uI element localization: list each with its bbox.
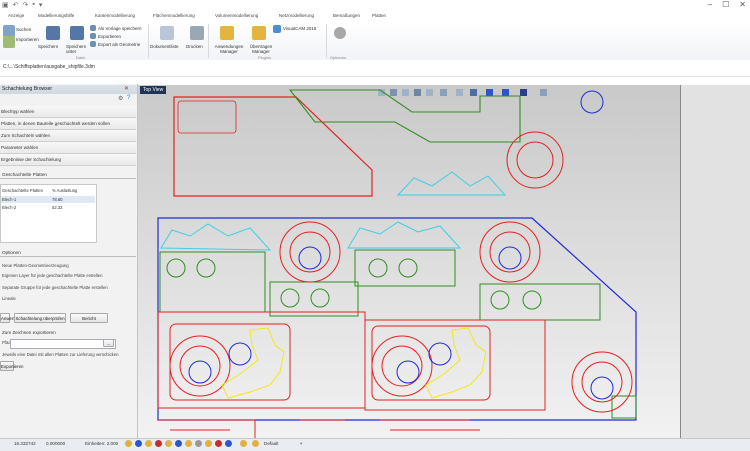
color-icon[interactable] xyxy=(240,440,247,447)
snap-icon[interactable] xyxy=(125,440,132,447)
lock-icon[interactable] xyxy=(195,440,202,447)
layer-icon[interactable] xyxy=(225,440,232,447)
zoom-icon[interactable] xyxy=(402,89,409,96)
part-outline xyxy=(479,283,601,321)
close-snap-icon[interactable] xyxy=(215,440,222,447)
part-circle xyxy=(580,90,604,114)
part-outline xyxy=(288,89,521,143)
x-coordinate: 16.332742 xyxy=(14,441,36,446)
y-coordinate: 0.000000 xyxy=(46,441,66,446)
nesting-drawing[interactable] xyxy=(0,0,750,450)
history-icon[interactable] xyxy=(175,440,182,447)
chevron-down-icon[interactable]: ▾ xyxy=(300,441,302,447)
units-readout: Einheiten: 2.000 xyxy=(85,441,119,446)
grid-snap-icon[interactable] xyxy=(145,440,152,447)
cube-icon[interactable] xyxy=(520,89,527,96)
part-outline xyxy=(269,281,359,317)
select-icon[interactable] xyxy=(456,89,463,96)
part-outline xyxy=(354,249,456,287)
part-outline xyxy=(347,221,462,249)
filter-icon[interactable] xyxy=(185,440,192,447)
pan-icon[interactable] xyxy=(390,89,397,96)
shade-icon[interactable] xyxy=(470,89,477,96)
part-circle xyxy=(506,131,564,189)
grid-icon[interactable] xyxy=(426,89,433,96)
wireframe-icon[interactable] xyxy=(486,89,493,96)
part-outline xyxy=(159,251,266,313)
zoom-extents-icon[interactable] xyxy=(414,89,421,96)
planar-icon[interactable] xyxy=(165,440,172,447)
layer-color-icon[interactable] xyxy=(252,440,259,447)
part-outline xyxy=(160,223,272,251)
osnap-icon[interactable] xyxy=(155,440,162,447)
measure-icon[interactable] xyxy=(205,440,212,447)
view-toolbar xyxy=(378,89,547,96)
camera-icon[interactable] xyxy=(540,89,547,96)
part-circle xyxy=(516,141,554,179)
layer-select[interactable]: Default xyxy=(264,441,279,446)
rotate-icon[interactable] xyxy=(440,89,447,96)
render-icon[interactable] xyxy=(502,89,509,96)
part-outline xyxy=(396,171,507,196)
part-outline xyxy=(173,96,373,197)
ortho-icon[interactable] xyxy=(135,440,142,447)
part-cutout xyxy=(177,100,237,134)
